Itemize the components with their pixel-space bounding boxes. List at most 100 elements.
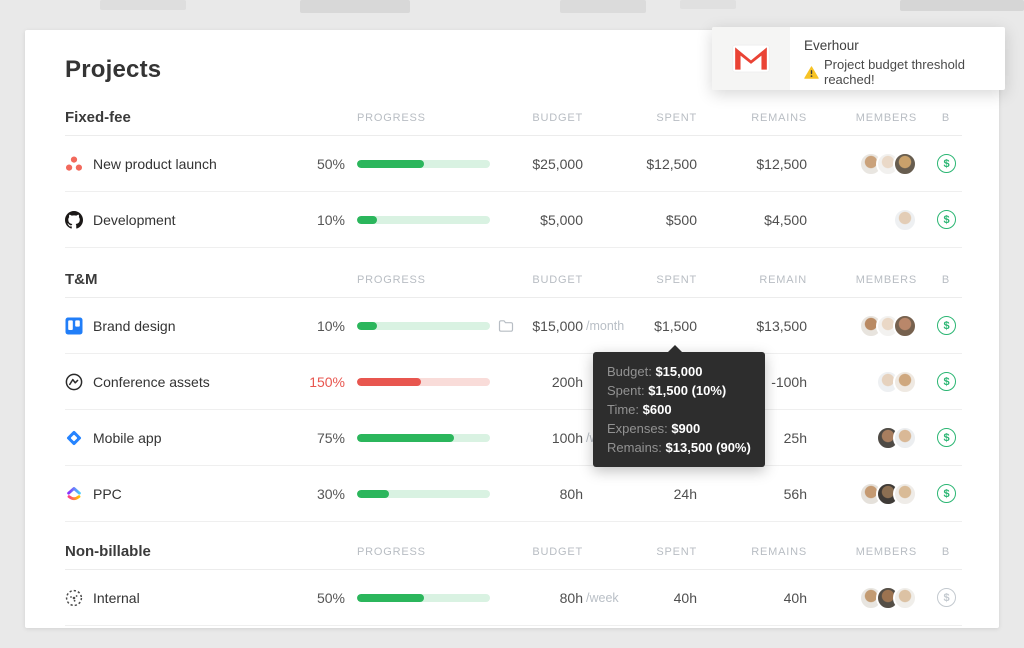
billable-icon[interactable]: $: [937, 372, 956, 391]
avatar[interactable]: [893, 425, 917, 450]
tooltip-value: $900: [671, 421, 701, 436]
project-name: Mobile app: [93, 429, 162, 446]
billable-icon[interactable]: $: [937, 154, 956, 173]
column-header-members: MEMBERS: [855, 273, 917, 286]
column-header-progress: PROGRESS: [357, 545, 426, 558]
progress-cell: [357, 593, 517, 602]
tooltip-value: $15,000: [655, 364, 703, 379]
tooltip-line: Budget: $15,000: [607, 362, 751, 381]
project-section: T&M PROGRESS BUDGET SPENT REMAIN MEMBERS…: [65, 262, 962, 522]
column-header-spent: SPENT: [656, 545, 697, 558]
background-block: [300, 0, 410, 13]
spent-value: 24h: [673, 485, 697, 502]
members-cell: [807, 369, 917, 394]
progress-bar: [357, 433, 490, 442]
column-header-members: MEMBERS: [855, 111, 917, 124]
project-row[interactable]: Development 10% $5,000 $500 $4,500 $: [65, 192, 962, 248]
progress-percent: 10%: [316, 317, 345, 334]
billable-icon[interactable]: $: [937, 210, 956, 229]
progress-bar: [357, 215, 490, 224]
billing-cell: $: [917, 210, 962, 229]
remains-value: 40h: [783, 589, 807, 606]
progress-fill: [357, 433, 455, 442]
avatar[interactable]: [893, 369, 917, 394]
background-block: [560, 0, 646, 13]
trello-icon: [65, 317, 83, 335]
billable-icon[interactable]: $: [937, 428, 956, 447]
notification-message: Project budget threshold reached!: [824, 57, 965, 87]
clickup-icon: [65, 485, 83, 503]
project-section: Non-billable PROGRESS BUDGET SPENT REMAI…: [65, 534, 962, 626]
budget-cell: $5,000: [517, 212, 583, 228]
tooltip-label: Expenses:: [607, 421, 672, 436]
project-row[interactable]: New product launch 50% $25,000 $12,500 $…: [65, 136, 962, 192]
billing-cell: $: [917, 588, 962, 607]
background-block: [680, 0, 736, 9]
progress-fill: [357, 593, 424, 602]
column-header-remains: REMAIN: [759, 273, 807, 286]
budget-value: 80h: [559, 485, 583, 502]
gmail-notification[interactable]: Everhour Project budget threshold reache…: [712, 27, 1005, 90]
tooltip-value: $13,500 (90%): [665, 440, 751, 455]
budget-value: 200h: [551, 373, 583, 390]
members-cell: [807, 151, 917, 176]
budget-value: $25,000: [532, 155, 583, 172]
spent-value: $500: [665, 211, 697, 228]
section-title: Fixed-fee: [65, 109, 131, 126]
remains-value: 56h: [783, 485, 807, 502]
budget-value: $15,000: [532, 317, 583, 334]
avatar[interactable]: [893, 207, 917, 232]
project-row[interactable]: Internal 50% 80h/week 40h 40h $: [65, 570, 962, 626]
project-name: New product launch: [93, 155, 217, 172]
avatar[interactable]: [893, 585, 917, 610]
avatar[interactable]: [893, 313, 917, 338]
budget-suffix: /month: [586, 318, 625, 333]
billing-cell: $: [917, 428, 962, 447]
column-header-billing: B: [941, 111, 950, 124]
project-row[interactable]: Brand design 10% $15,000/month $1,500 $1…: [65, 298, 962, 354]
column-header-billing: B: [941, 273, 950, 286]
budget-value: 80h: [559, 589, 583, 606]
column-header-spent: SPENT: [656, 111, 697, 124]
members-cell: [807, 207, 917, 232]
column-header-remains: REMAINS: [751, 545, 807, 558]
project-row[interactable]: Mobile app 75% 100h/week 25h $: [65, 410, 962, 466]
billing-cell: $: [917, 154, 962, 173]
warning-triangle-icon: [804, 65, 819, 79]
tooltip-line: Remains: $13,500 (90%): [607, 438, 751, 457]
members-cell: [807, 313, 917, 338]
avatar[interactable]: [893, 481, 917, 506]
progress-percent: 10%: [316, 211, 345, 228]
project-section: Fixed-fee PROGRESS BUDGET SPENT REMAINS …: [65, 100, 962, 248]
projects-card: Projects Fixed-fee PROGRESS BUDGET SPENT…: [25, 30, 999, 628]
column-header-progress: PROGRESS: [357, 273, 426, 286]
project-row[interactable]: PPC 30% 80h 24h 56h $: [65, 466, 962, 522]
budget-cell: $15,000/month: [517, 317, 624, 334]
project-row[interactable]: Conference assets 150% 200h -100h $: [65, 354, 962, 410]
members-cell: [807, 481, 917, 506]
avatar[interactable]: [893, 151, 917, 176]
column-header-billing: B: [941, 545, 950, 558]
column-header-progress: PROGRESS: [357, 111, 426, 124]
billable-icon[interactable]: $: [937, 484, 956, 503]
progress-percent: 30%: [316, 485, 345, 502]
section-rows: New product launch 50% $25,000 $12,500 $…: [65, 136, 962, 248]
notification-message-row: Project budget threshold reached!: [804, 57, 995, 87]
github-icon: [65, 210, 83, 229]
section-header: T&M PROGRESS BUDGET SPENT REMAIN MEMBERS…: [65, 262, 962, 298]
non-billable-icon[interactable]: $: [937, 588, 956, 607]
budget-value: 100h: [551, 429, 583, 446]
column-header-budget: BUDGET: [532, 273, 583, 286]
folder-icon[interactable]: [498, 319, 514, 333]
members-cell: [807, 585, 917, 610]
progress-cell: [357, 319, 517, 333]
section-header: Non-billable PROGRESS BUDGET SPENT REMAI…: [65, 534, 962, 570]
progress-percent: 50%: [316, 589, 345, 606]
billable-icon[interactable]: $: [937, 316, 956, 335]
tooltip-line: Expenses: $900: [607, 419, 751, 438]
billing-cell: $: [917, 316, 962, 335]
budget-value: $5,000: [540, 211, 583, 228]
jira-icon: [65, 429, 83, 447]
section-rows: Internal 50% 80h/week 40h 40h $: [65, 570, 962, 626]
section-header: Fixed-fee PROGRESS BUDGET SPENT REMAINS …: [65, 100, 962, 136]
